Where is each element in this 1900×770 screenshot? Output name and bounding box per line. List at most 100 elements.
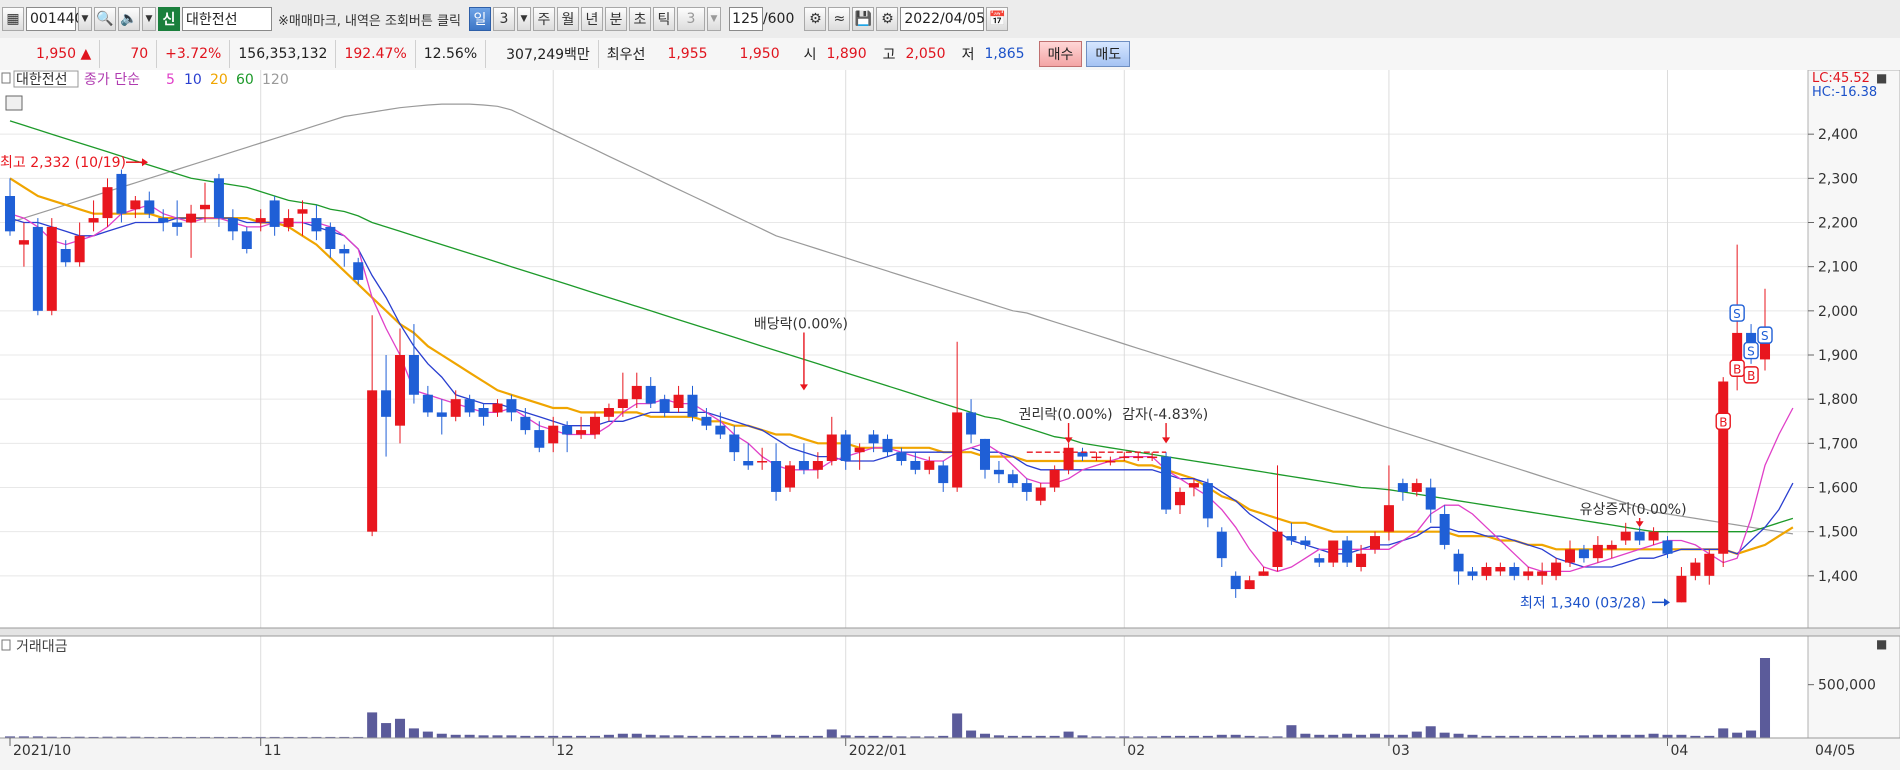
tick-dropdown-button[interactable]: ▼ [706, 7, 721, 31]
candle-body [1091, 456, 1102, 459]
price-tick-label: 2,100 [1818, 260, 1858, 276]
candle-body [88, 218, 99, 223]
candle-body [158, 218, 169, 223]
current-price: 1,950 ▲ [0, 40, 101, 68]
candle-body [478, 408, 489, 417]
event-label: 감자(-4.83%) [1122, 407, 1208, 423]
ma-legend-120: 120 [262, 72, 289, 88]
period-second-button[interactable]: 초 [628, 7, 651, 31]
period-year-button[interactable]: 년 [580, 7, 603, 31]
candle-body [422, 394, 433, 413]
code-dropdown-button[interactable]: ▼ [78, 7, 92, 31]
stock-code-input[interactable]: 001440 [26, 7, 83, 31]
time-tick-label: 11 [264, 743, 282, 759]
candle-body [1467, 571, 1478, 576]
candle-body [144, 200, 155, 214]
bar-count-total: /600 [762, 11, 795, 27]
volume-bar [422, 731, 433, 738]
candle-body [1383, 505, 1394, 532]
low-label: 저 [961, 47, 975, 63]
price-tick-label: 2,000 [1818, 304, 1858, 320]
candle-body [450, 399, 461, 417]
event-label: 유상증자(0.00%) [1580, 502, 1687, 518]
candle-body [757, 461, 768, 463]
candle-body [18, 240, 29, 245]
candle-body [102, 187, 113, 219]
candle-body [617, 399, 628, 408]
candle-body [1119, 456, 1130, 459]
candle-body [1202, 483, 1213, 519]
period-tick-count[interactable]: 3 [676, 7, 705, 31]
candle-body [938, 465, 949, 484]
candle-body [1161, 456, 1172, 510]
candle-body [1174, 491, 1186, 506]
buy-button[interactable]: 매수 [1038, 41, 1083, 67]
trade-amount: 307,249백만 [486, 40, 599, 68]
volume-title: 거래대금 [16, 639, 68, 655]
volume-bar [1439, 732, 1450, 738]
candle-body [784, 465, 796, 488]
candle-body [896, 452, 907, 461]
volume-bar [1718, 728, 1729, 738]
period-week-button[interactable]: 주 [532, 7, 555, 31]
candle-body [297, 209, 308, 214]
buy-marker-label: B [1747, 369, 1755, 383]
candle-body [1453, 553, 1464, 572]
stock-name-field[interactable]: 대한전선 [182, 7, 272, 31]
bar-count-input[interactable]: 125 [728, 7, 763, 31]
candle-body [1439, 514, 1450, 545]
calendar-icon[interactable]: 📅 [986, 7, 1009, 31]
speaker-dropdown-button[interactable]: ▼ [142, 7, 156, 31]
period-tick-button[interactable]: 틱 [652, 7, 675, 31]
candle-body [645, 385, 656, 404]
candle-body [1634, 531, 1645, 541]
ma-legend-5: 5 [166, 72, 175, 88]
event-label: 배당락(0.00%) [754, 317, 848, 333]
period-dropdown-button[interactable]: ▼ [516, 7, 531, 31]
price-value: 1,950 [36, 46, 77, 62]
candle-body [172, 222, 183, 227]
time-tick-label: 03 [1392, 743, 1410, 759]
candle-body [1718, 381, 1729, 554]
candle-body [381, 390, 392, 417]
price-chart[interactable]: 1,9503.72%307,249201.15%최고 2,332 (10/19)… [0, 70, 1900, 770]
settings-icon[interactable]: ⚙ [876, 7, 899, 31]
compare-icon[interactable]: ≈ [828, 7, 851, 31]
candle-body [1328, 540, 1339, 563]
candle-body [631, 385, 642, 400]
search-icon[interactable]: 🔍 [94, 7, 116, 31]
price-tick-label: 2,300 [1818, 171, 1858, 187]
time-tick-label: 02 [1127, 743, 1145, 759]
sell-button[interactable]: 매도 [1086, 41, 1131, 67]
volume-ratio: 192.47% [336, 40, 416, 68]
layout-icon[interactable]: ▦ [2, 7, 24, 31]
save-icon[interactable]: 💾 [852, 7, 875, 31]
price-tick-label: 1,600 [1818, 481, 1858, 497]
volume-bar [436, 733, 447, 738]
buy-marker-label: B [1719, 415, 1727, 429]
candle-body [534, 430, 545, 448]
period-minute-button[interactable]: 분 [604, 7, 627, 31]
grid-toggle-icon[interactable] [5, 95, 23, 111]
candle-body [1537, 571, 1548, 576]
candle-body [394, 355, 406, 426]
candle-body [854, 447, 865, 453]
candle-body [1369, 536, 1381, 550]
volume-bar [1759, 658, 1771, 738]
candle-body [603, 408, 614, 417]
period-month-button[interactable]: 월 [556, 7, 579, 31]
date-input[interactable]: 2022/04/05 [900, 7, 985, 31]
candle-body [1523, 571, 1534, 576]
time-tick-label: 04/05 [1815, 743, 1855, 759]
volume: 156,353,132 [230, 40, 337, 68]
indicator-icon[interactable]: ⚙ [804, 7, 827, 31]
speaker-icon[interactable]: 🔈 [118, 7, 140, 31]
period-day-button[interactable]: 일 [468, 7, 491, 31]
candle-body [1495, 567, 1506, 572]
candle-body [60, 249, 71, 263]
period-day-count[interactable]: 3 [492, 7, 515, 31]
candle-body [74, 235, 85, 263]
candle-body [1425, 487, 1436, 510]
volume-bar [1453, 733, 1464, 738]
candle-body [1258, 571, 1269, 576]
